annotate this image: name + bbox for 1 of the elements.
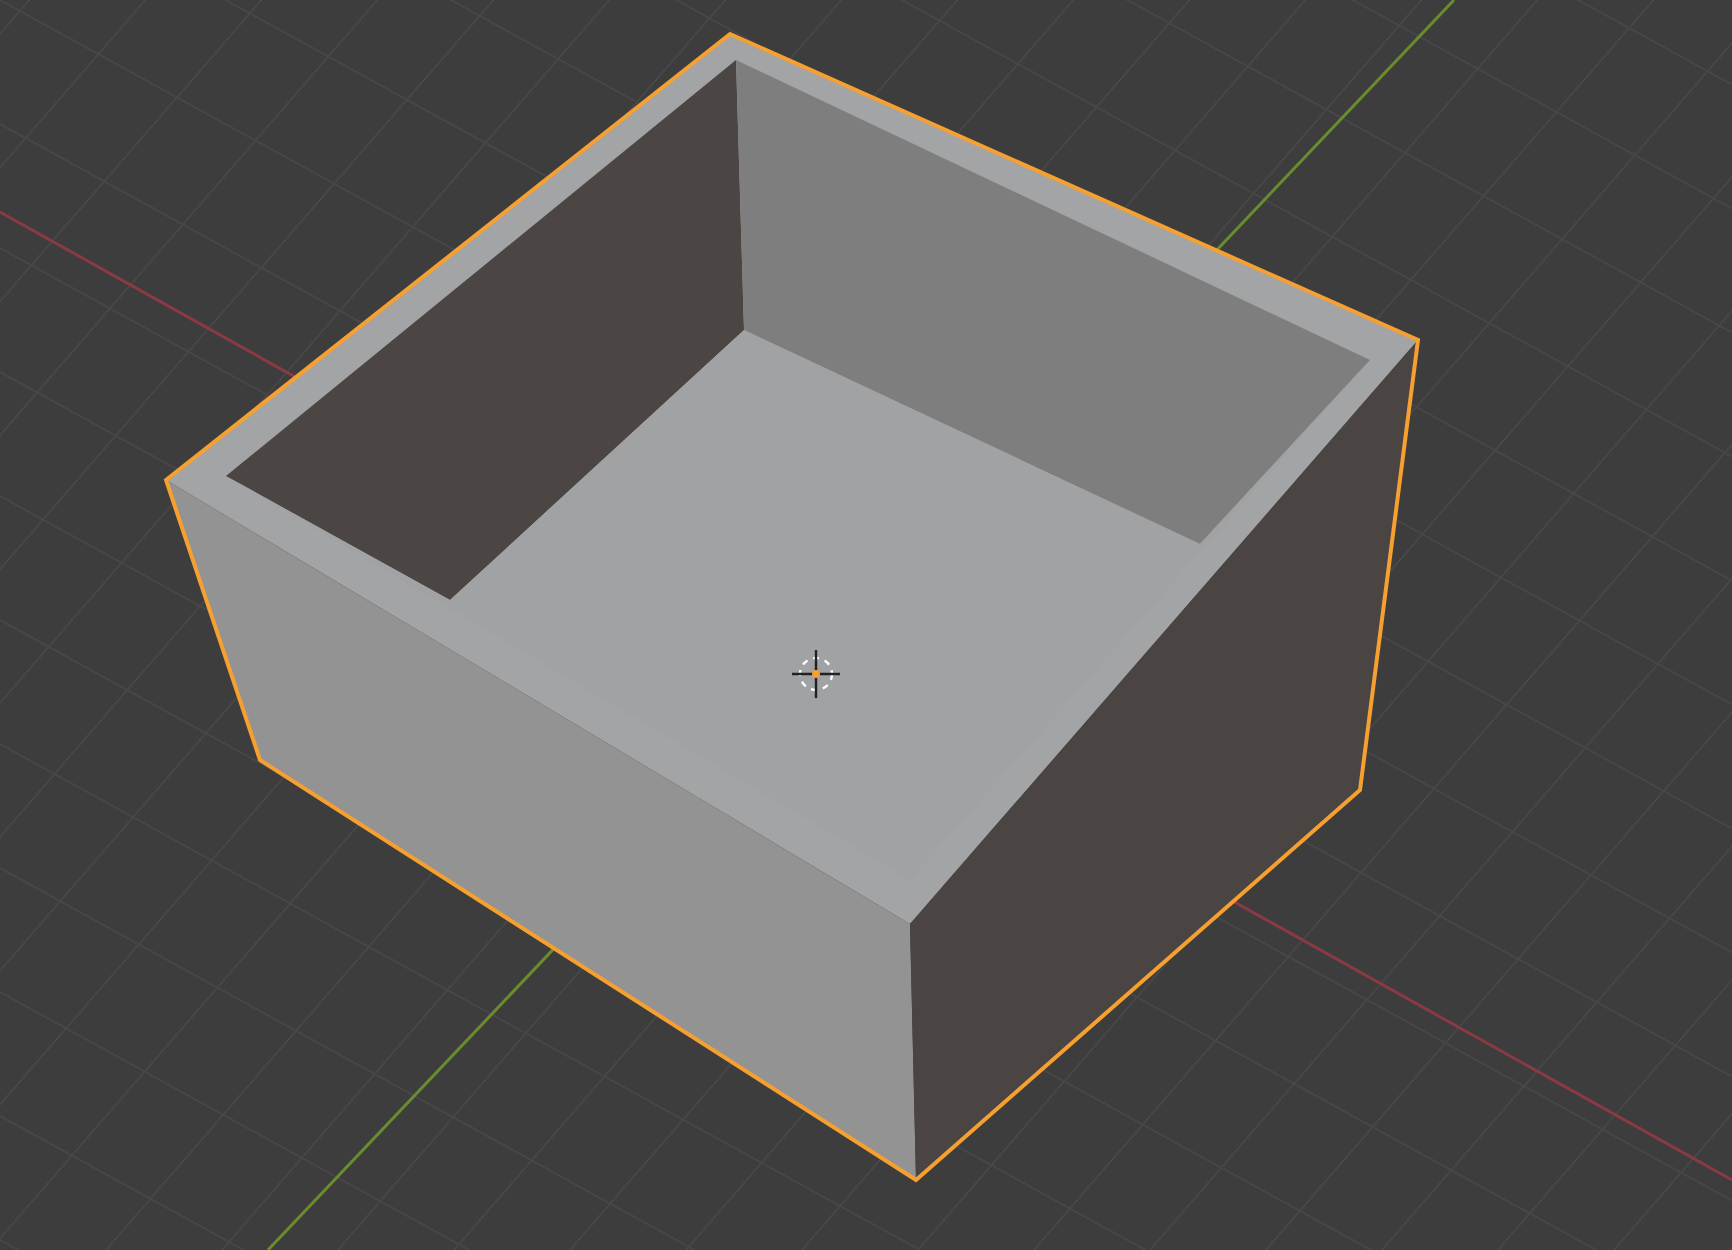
origin-icon	[792, 650, 840, 698]
